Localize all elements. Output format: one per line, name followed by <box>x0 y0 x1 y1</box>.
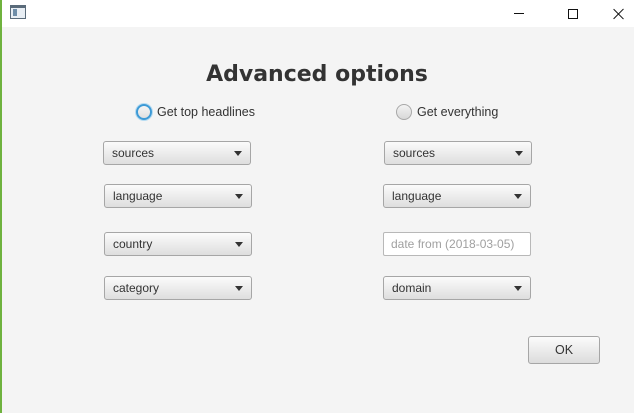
radio-everything-label: Get everything <box>417 105 499 119</box>
domain-combo[interactable]: domain <box>383 276 531 300</box>
date-from-input[interactable] <box>383 232 531 256</box>
radio-top-headlines[interactable]: Get top headlines <box>136 104 255 120</box>
radio-button-icon[interactable] <box>136 104 152 120</box>
page-title: Advanced options <box>206 62 428 87</box>
combo-value: category <box>113 281 160 295</box>
radio-button-icon[interactable] <box>396 104 412 120</box>
chevron-down-icon <box>234 150 242 156</box>
ok-button[interactable]: OK <box>528 336 600 364</box>
country-combo[interactable]: country <box>104 232 252 256</box>
minimize-button[interactable] <box>496 0 542 27</box>
sources-combo-right[interactable]: sources <box>384 141 532 165</box>
title-bar[interactable] <box>2 0 634 27</box>
combo-value: language <box>392 189 442 203</box>
app-window: Advanced options Get top headlines sourc… <box>0 0 634 413</box>
category-combo[interactable]: category <box>104 276 252 300</box>
close-button[interactable] <box>596 0 634 27</box>
window-app-icon <box>10 5 26 19</box>
chevron-down-icon <box>514 193 522 199</box>
minimize-icon <box>514 13 524 14</box>
combo-value: language <box>113 189 163 203</box>
chevron-down-icon <box>235 241 243 247</box>
radio-top-headlines-label: Get top headlines <box>157 105 255 119</box>
language-combo-left[interactable]: language <box>104 184 252 208</box>
combo-value: domain <box>392 281 432 295</box>
maximize-icon <box>568 8 578 19</box>
chevron-down-icon <box>235 285 243 291</box>
close-icon <box>613 8 625 20</box>
combo-value: sources <box>393 146 436 160</box>
chevron-down-icon <box>235 193 243 199</box>
chevron-down-icon <box>515 150 523 156</box>
sources-combo-left[interactable]: sources <box>103 141 251 165</box>
chevron-down-icon <box>514 285 522 291</box>
maximize-button[interactable] <box>550 0 596 27</box>
language-combo-right[interactable]: language <box>383 184 531 208</box>
combo-value: sources <box>112 146 155 160</box>
combo-value: country <box>113 237 153 251</box>
radio-everything[interactable]: Get everything <box>396 104 498 120</box>
